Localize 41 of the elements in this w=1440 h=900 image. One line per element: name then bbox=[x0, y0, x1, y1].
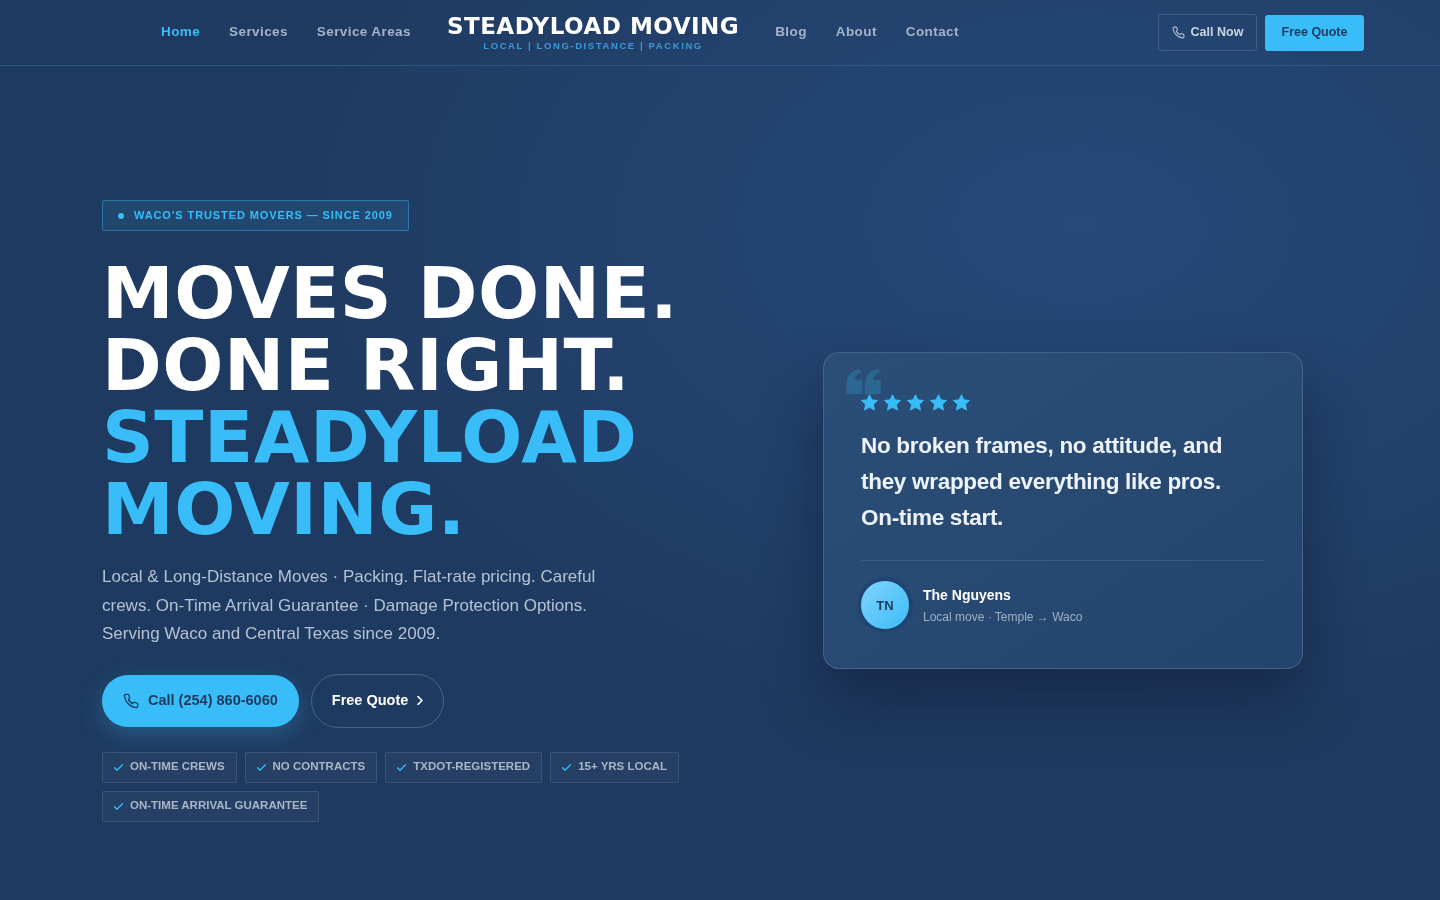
check-icon bbox=[256, 763, 266, 771]
badge-label: ON-TIME CREWS bbox=[130, 759, 225, 775]
headline-line: MOVES DONE. bbox=[102, 257, 679, 329]
headline-line: STEADYLOAD bbox=[102, 401, 639, 473]
star-icon bbox=[953, 394, 970, 412]
check-icon bbox=[114, 802, 123, 810]
phone-icon bbox=[123, 692, 139, 709]
check-icon bbox=[562, 763, 572, 771]
check-icon bbox=[114, 763, 123, 771]
dot-icon bbox=[118, 212, 124, 219]
star-icon bbox=[861, 394, 878, 412]
call-now-button[interactable]: Call Now bbox=[1158, 14, 1257, 51]
review-detail: Local move · Temple → Waco bbox=[923, 609, 1083, 624]
nav-link[interactable]: Service Areas bbox=[316, 22, 411, 43]
headline-line: MOVING. bbox=[102, 473, 467, 545]
hero-description: Local & Long-Distance Moves · Packing. Flat-rate pricing. Careful crews. On-Time Arrival Guarantee · Damage Protection Options. Serving Waco and Central Texas since 2009. bbox=[102, 566, 597, 645]
badge-label: ON-TIME ARRIVAL GUARANTEE bbox=[130, 798, 308, 814]
star-icon bbox=[930, 394, 947, 412]
star-icon bbox=[907, 394, 924, 412]
badge-label: 15+ YRS LOCAL bbox=[578, 759, 668, 775]
eyebrow-text: WACO'S TRUSTED MOVERS — SINCE 2009 bbox=[134, 208, 393, 224]
logo-tagline: LOCAL | LONG-DISTANCE | PACKING bbox=[483, 41, 703, 51]
headline-line: DONE RIGHT. bbox=[102, 329, 632, 401]
free-quote-button[interactable]: Free Quote bbox=[1265, 14, 1364, 51]
reviewer-name: The Nguyens bbox=[923, 586, 1012, 603]
call-phone-button[interactable]: Call (254) 860-6060 bbox=[102, 674, 299, 727]
nav-link[interactable]: Contact bbox=[905, 22, 959, 43]
phone-icon bbox=[1171, 26, 1185, 39]
quote-icon bbox=[844, 369, 884, 395]
review-quote: No broken frames, no attitude, and they wrapped everything like pros. On-time start. bbox=[861, 432, 1224, 533]
chevron-right-icon bbox=[417, 696, 424, 705]
nav-link[interactable]: Blog bbox=[775, 22, 807, 43]
badge-label: NO CONTRACTS bbox=[272, 759, 366, 775]
nav-link[interactable]: About bbox=[835, 22, 877, 43]
nav-link[interactable]: Home bbox=[161, 22, 201, 43]
badge-label: TXDOT-REGISTERED bbox=[413, 759, 531, 775]
star-icon bbox=[884, 394, 901, 412]
avatar: TN bbox=[861, 581, 909, 630]
nav-link[interactable]: Services bbox=[229, 22, 288, 43]
check-icon bbox=[397, 763, 407, 771]
logo-wordmark[interactable]: STEADYLOAD MOVING bbox=[446, 14, 740, 39]
